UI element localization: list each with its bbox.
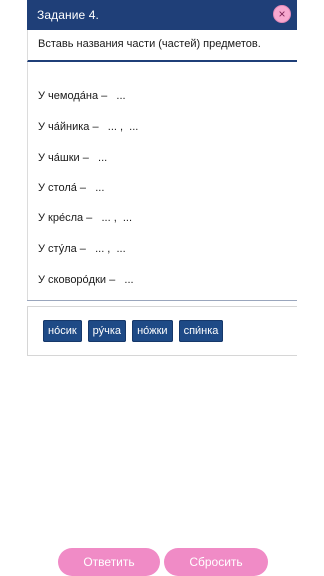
task-list: У чемода́на – ... У ча́йника – ... , ...… (27, 62, 297, 300)
section-divider (27, 300, 297, 301)
close-icon[interactable]: × (273, 5, 291, 23)
word-chip-legs[interactable]: но́жки (132, 320, 173, 342)
task-row-suitcase[interactable]: У чемода́на – ... (38, 90, 126, 102)
instruction-text: Вставь названия части (частей) предметов… (27, 30, 297, 62)
task-title: Задание 4. (37, 8, 99, 22)
word-bank: но́сик ру́чка но́жки спи́нка (27, 306, 297, 356)
task-row-chair[interactable]: У сту́ла – ... , ... (38, 243, 126, 255)
answer-button[interactable]: Ответить (58, 548, 160, 576)
word-chip-back[interactable]: спи́нка (178, 320, 224, 342)
task-row-teapot[interactable]: У ча́йника – ... , ... (38, 121, 138, 133)
word-chip-spout[interactable]: но́сик (43, 320, 82, 342)
task-row-cup[interactable]: У ча́шки – ... (38, 152, 107, 164)
word-chip-handle[interactable]: ру́чка (87, 320, 127, 342)
task-header: Задание 4. × (27, 0, 297, 30)
task-row-table[interactable]: У стола́ – ... (38, 182, 104, 194)
task-row-armchair[interactable]: У кре́сла – ... , ... (38, 212, 132, 224)
reset-button[interactable]: Сбросить (164, 548, 268, 576)
task-row-frying-pan[interactable]: У сковоро́дки – ... (38, 274, 134, 286)
